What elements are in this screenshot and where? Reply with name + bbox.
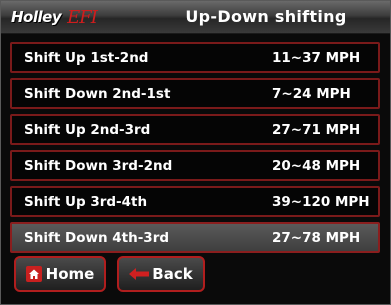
home-button-label: Home (45, 265, 95, 283)
home-icon (25, 266, 42, 282)
row-value: 20~48 MPH (272, 158, 361, 174)
list-item-shift-down-3-2[interactable]: Shift Down 3rd-2nd 20~48 MPH (10, 150, 380, 181)
home-button[interactable]: Home (14, 256, 106, 292)
row-label: Shift Up 1st-2nd (24, 50, 149, 66)
logo-efi: EFI (67, 6, 98, 28)
back-button-label: Back (152, 265, 193, 283)
row-value: 27~71 MPH (272, 122, 361, 138)
row-label: Shift Down 4th-3rd (24, 230, 170, 246)
row-label: Shift Down 3rd-2nd (24, 158, 173, 174)
row-value: 27~78 MPH (272, 230, 361, 246)
header-bar: Holley EFI Up-Down shifting (1, 1, 390, 34)
row-label: Shift Down 2nd-1st (24, 86, 171, 102)
back-arrow-icon (129, 268, 150, 280)
logo-brand: Holley (11, 8, 62, 26)
page-title: Up-Down shifting (185, 7, 347, 26)
shift-points-list: Shift Up 1st-2nd 11~37 MPH Shift Down 2n… (10, 42, 380, 258)
row-label: Shift Up 2nd-3rd (24, 122, 151, 138)
list-item-shift-up-3-4[interactable]: Shift Up 3rd-4th 39~120 MPH (10, 186, 380, 217)
list-item-shift-down-4-3[interactable]: Shift Down 4th-3rd 27~78 MPH (10, 222, 380, 253)
row-value: 7~24 MPH (272, 86, 351, 102)
back-button[interactable]: Back (117, 256, 205, 292)
list-item-shift-up-2-3[interactable]: Shift Up 2nd-3rd 27~71 MPH (10, 114, 380, 145)
list-item-shift-up-1-2[interactable]: Shift Up 1st-2nd 11~37 MPH (10, 42, 380, 73)
list-item-shift-down-2-1[interactable]: Shift Down 2nd-1st 7~24 MPH (10, 78, 380, 109)
row-value: 11~37 MPH (272, 50, 361, 66)
holley-efi-logo: Holley EFI (11, 5, 98, 29)
row-label: Shift Up 3rd-4th (24, 194, 148, 210)
row-value: 39~120 MPH (272, 194, 370, 210)
